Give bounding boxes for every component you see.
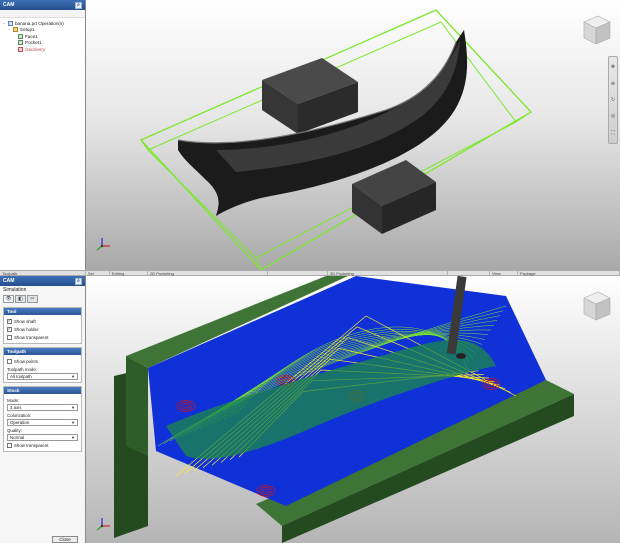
cam-browser-toolbar bbox=[0, 10, 85, 18]
cam-browser-title: CAM bbox=[3, 2, 15, 8]
status-cell[interactable]: Package bbox=[518, 271, 620, 276]
expand-icon[interactable]: − bbox=[2, 21, 6, 26]
tool-option[interactable]: ✓ Show holder bbox=[7, 325, 78, 333]
colorization-label: Colorization: bbox=[7, 413, 32, 418]
stock-bounding-box-edge bbox=[515, 111, 532, 123]
pan-icon[interactable]: ✥ bbox=[610, 64, 616, 70]
navigation-bar: ✥ ⊕ ↻ ◎ ⛶ bbox=[608, 56, 618, 144]
tool-option-label: Show holder bbox=[14, 326, 39, 332]
axis-triad-icon bbox=[96, 518, 110, 531]
cam-browser-panel: CAM ⌕ − banana.prt Operation(s) − Setup1 Fac… bbox=[0, 0, 86, 270]
tab-section[interactable]: ✂ bbox=[27, 295, 38, 303]
colorization-select[interactable]: Operation ▼ bbox=[7, 419, 78, 426]
stock-transparent-checkbox[interactable] bbox=[7, 442, 12, 448]
look-at-icon[interactable]: ◎ bbox=[610, 113, 616, 119]
show-points-label: Show points bbox=[14, 358, 38, 364]
chevron-down-icon: ▼ bbox=[71, 435, 75, 440]
tool-option[interactable]: Show transparent bbox=[7, 333, 78, 341]
model-viewport[interactable]: ✥ ⊕ ↻ ◎ ⛶ bbox=[86, 0, 620, 270]
toolpath-mode-label: Toolpath mode: bbox=[7, 367, 38, 372]
simulation-tabs: 👁 ◧ ✂ bbox=[0, 294, 85, 305]
zoom-icon[interactable]: ⊕ bbox=[610, 81, 616, 87]
toolpath-mode-select[interactable]: All toolpath ▼ bbox=[7, 373, 78, 380]
stock-left-wall-face bbox=[126, 356, 148, 456]
stock-transparent-label: Show transparent bbox=[14, 442, 49, 448]
simulation-title: Simulation bbox=[3, 287, 27, 293]
tree-item-label: Pocket1 bbox=[25, 40, 42, 46]
stock-bounding-box-edge bbox=[140, 139, 149, 151]
status-cell[interactable] bbox=[268, 271, 328, 275]
tool-option[interactable]: ✓ Show shaft bbox=[7, 317, 78, 325]
stock-mode-select[interactable]: 3 axis ▼ bbox=[7, 404, 78, 411]
close-button[interactable]: Close bbox=[52, 536, 78, 543]
simulation-viewport[interactable] bbox=[86, 276, 620, 543]
status-cell[interactable]: Toolpath bbox=[0, 271, 86, 276]
search-icon[interactable]: ⌕ bbox=[75, 1, 82, 9]
quality-label: Quality: bbox=[7, 428, 22, 433]
tool-option-checkbox[interactable]: ✓ bbox=[7, 326, 12, 332]
stock-group: Stock Mode: 3 axis ▼ Colorization: Opera… bbox=[3, 386, 82, 452]
status-cell[interactable]: View bbox=[490, 271, 518, 276]
simulation-panel-header: CAM ⌕ bbox=[0, 276, 85, 286]
op-icon bbox=[18, 33, 23, 39]
warn-icon bbox=[18, 46, 23, 52]
setup-icon bbox=[13, 27, 18, 33]
orbit-icon[interactable]: ↻ bbox=[610, 97, 616, 103]
simulation-scene[interactable] bbox=[86, 276, 620, 543]
status-cell[interactable]: 2D Pocketing bbox=[148, 271, 268, 276]
tree-item-label: banana.prt Operation(s) bbox=[15, 20, 64, 26]
stock-transparent-option[interactable]: Show transparent bbox=[7, 441, 78, 449]
view-cube-icon[interactable] bbox=[583, 15, 611, 45]
tree-item[interactable]: Geometry bbox=[2, 46, 83, 53]
operation-tree: − banana.prt Operation(s) − Setup1 Face1 Pock… bbox=[0, 18, 85, 55]
search-icon[interactable]: ⌕ bbox=[75, 277, 82, 285]
chevron-down-icon: ▼ bbox=[71, 420, 75, 425]
simulation-panel: CAM ⌕ Simulation 👁 ◧ ✂ Tool ✓ Show shaft ✓… bbox=[0, 276, 86, 543]
show-points-checkbox[interactable] bbox=[7, 358, 12, 364]
tool-group: Tool ✓ Show shaft ✓ Show holder Show transpa… bbox=[3, 307, 82, 344]
show-points-option[interactable]: Show points bbox=[7, 357, 78, 365]
toolpath-group-title: Toolpath bbox=[4, 348, 81, 355]
toolpath-mode-value: All toolpath bbox=[10, 374, 32, 379]
tab-display[interactable]: 👁 bbox=[3, 295, 14, 303]
colorization-value: Operation bbox=[10, 420, 30, 425]
tool-option-checkbox[interactable] bbox=[7, 334, 12, 340]
tool-option-label: Show shaft bbox=[14, 318, 36, 324]
root-icon bbox=[8, 20, 13, 26]
quality-value: Normal bbox=[10, 435, 25, 440]
quality-select[interactable]: Normal ▼ bbox=[7, 434, 78, 441]
status-cell[interactable]: Sel bbox=[86, 271, 110, 276]
tab-stock[interactable]: ◧ bbox=[15, 295, 26, 303]
view-cube-icon[interactable] bbox=[583, 291, 611, 321]
simulation-panel-header-title: CAM bbox=[3, 278, 15, 284]
expand-icon[interactable]: − bbox=[7, 27, 11, 32]
tool-option-label: Show transparent bbox=[14, 334, 49, 340]
fit-icon[interactable]: ⛶ bbox=[610, 130, 616, 136]
tool-options: ✓ Show shaft ✓ Show holder Show transparent bbox=[4, 315, 81, 343]
tree-item-label: Setup1 bbox=[20, 27, 35, 33]
op-icon bbox=[18, 40, 23, 46]
tree-item-label: Face1 bbox=[25, 33, 38, 39]
cam-browser-header: CAM ⌕ bbox=[0, 0, 85, 10]
status-cell[interactable]: Editing bbox=[110, 271, 148, 276]
model-scene[interactable] bbox=[86, 0, 620, 270]
chevron-down-icon: ▼ bbox=[71, 374, 75, 379]
status-cell[interactable] bbox=[448, 271, 490, 275]
chevron-down-icon: ▼ bbox=[71, 405, 75, 410]
stock-group-title: Stock bbox=[4, 387, 81, 394]
cam-application: CAM ⌕ − banana.prt Operation(s) − Setup1 Fac… bbox=[0, 0, 620, 543]
status-cell[interactable]: 3D Pocketing bbox=[328, 271, 448, 276]
stock-mode-label: Mode: bbox=[7, 398, 20, 403]
tool-group-title: Tool bbox=[4, 308, 81, 315]
axis-triad-icon bbox=[96, 238, 110, 251]
tree-item-label: Geometry bbox=[25, 46, 46, 52]
stock-mode-value: 3 axis bbox=[10, 405, 22, 410]
tool-option-checkbox[interactable]: ✓ bbox=[7, 318, 12, 324]
toolpath-group: Toolpath Show points Toolpath mode: All … bbox=[3, 347, 82, 383]
